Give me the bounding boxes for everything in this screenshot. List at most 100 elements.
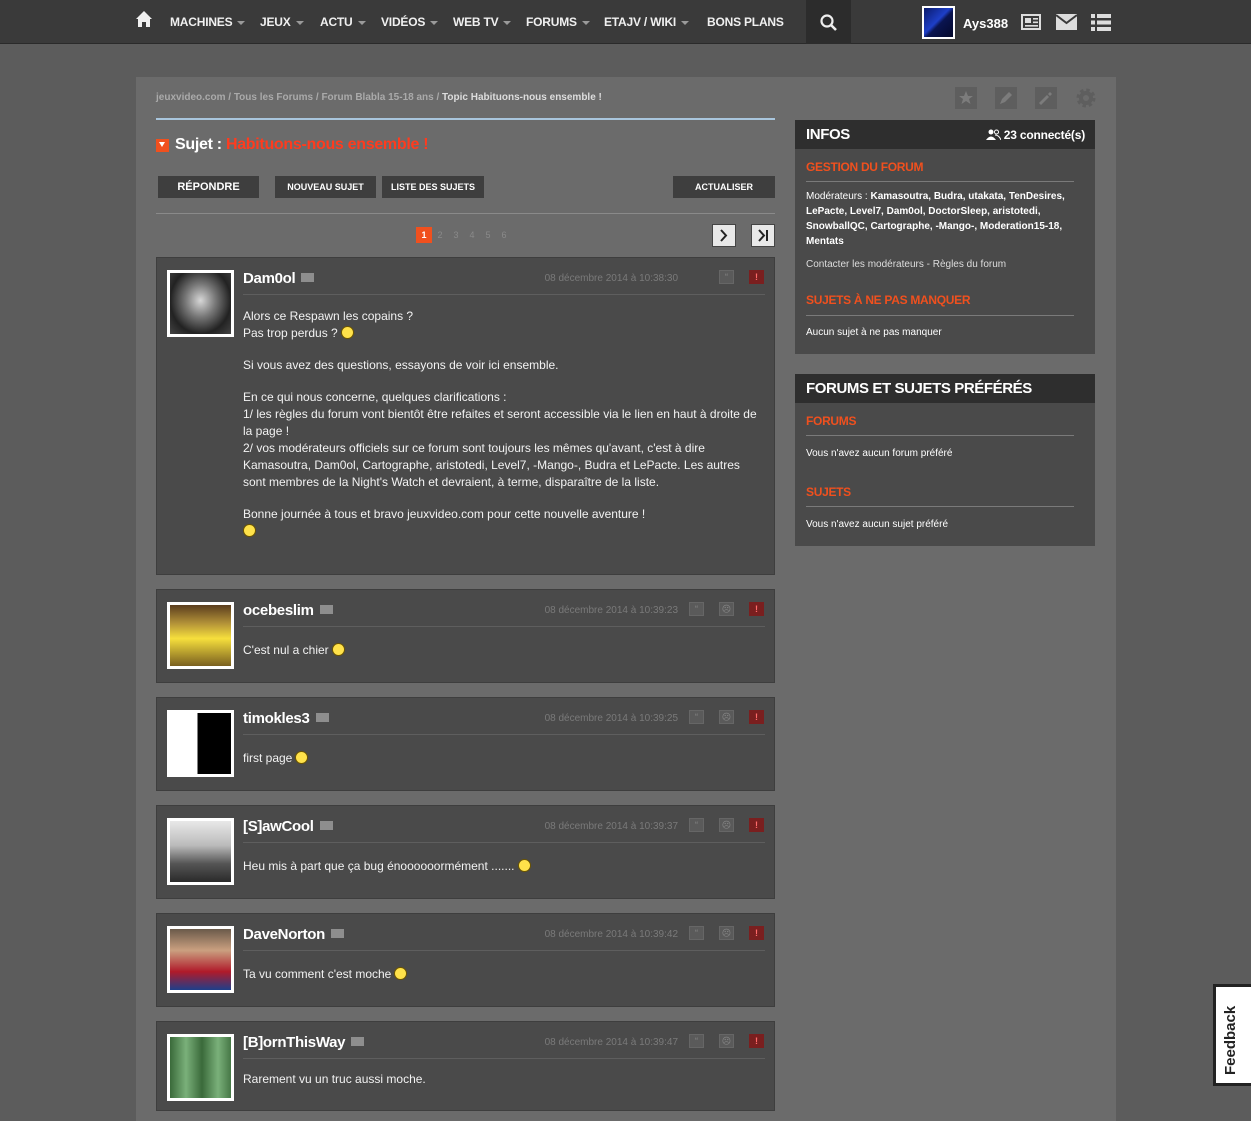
page-link[interactable]: 5 bbox=[480, 227, 496, 243]
chevron-down-icon bbox=[503, 20, 512, 25]
quote-icon[interactable]: “ bbox=[689, 1034, 704, 1048]
post-author[interactable]: DaveNorton bbox=[243, 926, 325, 943]
refresh-button[interactable]: ACTUALISER bbox=[673, 176, 775, 198]
report-icon[interactable]: ! bbox=[749, 1034, 764, 1048]
post-date[interactable]: 08 décembre 2014 à 10:38:30 bbox=[545, 273, 678, 284]
nav-item[interactable]: ETAJV / WIKI bbox=[604, 15, 690, 29]
report-icon[interactable]: ! bbox=[749, 818, 764, 832]
mail-icon[interactable] bbox=[351, 1037, 365, 1046]
post-date[interactable]: 08 décembre 2014 à 10:39:37 bbox=[545, 821, 678, 832]
mail-icon[interactable] bbox=[319, 605, 333, 614]
last-page-button[interactable] bbox=[751, 224, 775, 247]
post-date[interactable]: 08 décembre 2014 à 10:39:23 bbox=[545, 605, 678, 616]
subject-list-button[interactable]: LISTE DES SUJETS bbox=[382, 176, 484, 198]
page-link[interactable]: 4 bbox=[464, 227, 480, 243]
infos-panel: INFOS 23 connecté(s) GESTION DU FORUM Mo… bbox=[795, 120, 1095, 354]
sad-face-icon[interactable]: ☹ bbox=[719, 602, 734, 616]
nav-item[interactable]: VIDÉOS bbox=[381, 15, 439, 29]
edit-icon[interactable] bbox=[995, 87, 1017, 109]
page-link[interactable]: 2 bbox=[432, 227, 448, 243]
top-navbar: MACHINES JEUX ACTU VIDÉOS WEB TV FORUMS ETAJV … bbox=[0, 0, 1251, 44]
reply-button[interactable]: RÉPONDRE bbox=[158, 176, 259, 198]
feedback-tab[interactable]: Feedback bbox=[1213, 984, 1251, 1086]
nav-item[interactable]: JEUX bbox=[260, 15, 304, 29]
mail-icon[interactable] bbox=[315, 713, 329, 722]
smiley-icon bbox=[517, 859, 531, 872]
username[interactable]: Ays388 bbox=[963, 16, 1008, 31]
breadcrumb-link[interactable]: Forum Blabla 15-18 ans bbox=[321, 92, 433, 103]
user-avatar[interactable] bbox=[922, 6, 955, 39]
forum-post: timokles3 08 décembre 2014 à 10:39:25 “ … bbox=[156, 697, 775, 791]
connected-count[interactable]: 23 connecté(s) bbox=[985, 128, 1085, 142]
forum-post: DaveNorton 08 décembre 2014 à 10:39:42 “… bbox=[156, 913, 775, 1007]
avatar[interactable] bbox=[167, 710, 234, 777]
avatar[interactable] bbox=[167, 602, 234, 669]
forum-rules-link[interactable]: Règles du forum bbox=[933, 259, 1006, 270]
star-icon[interactable] bbox=[955, 87, 977, 109]
chevron-down-icon bbox=[237, 20, 246, 25]
moderators-list: Modérateurs : Kamasoutra, Budra, utakata… bbox=[806, 191, 1065, 247]
post-author[interactable]: timokles3 bbox=[243, 710, 310, 727]
page-link[interactable]: 3 bbox=[448, 227, 464, 243]
sad-face-icon[interactable]: ☹ bbox=[719, 1034, 734, 1048]
new-subject-button[interactable]: NOUVEAU SUJET bbox=[275, 176, 376, 198]
chevron-down-icon bbox=[430, 20, 439, 25]
menu-list-icon[interactable] bbox=[1091, 14, 1111, 31]
nav-item[interactable]: WEB TV bbox=[453, 15, 512, 29]
post-body: C'est nul a chier bbox=[243, 642, 763, 659]
post-author[interactable]: [S]awCool bbox=[243, 818, 314, 835]
nav-item[interactable]: BONS PLANS bbox=[707, 15, 784, 29]
nav-item[interactable]: MACHINES bbox=[170, 15, 246, 29]
breadcrumb-link[interactable]: jeuxvideo.com bbox=[156, 92, 225, 103]
post-author[interactable]: Dam0ol bbox=[243, 270, 296, 287]
nav-item[interactable]: FORUMS bbox=[526, 15, 590, 29]
favorite-subjects-heading: SUJETS bbox=[806, 485, 851, 499]
favorite-forums-heading: FORUMS bbox=[806, 414, 857, 428]
home-icon[interactable] bbox=[135, 10, 153, 28]
mail-icon[interactable] bbox=[301, 273, 315, 282]
avatar[interactable] bbox=[167, 270, 234, 337]
topic-divider bbox=[156, 118, 775, 120]
post-body: first page bbox=[243, 750, 763, 767]
page-link[interactable]: 6 bbox=[496, 227, 512, 243]
avatar[interactable] bbox=[167, 1034, 234, 1101]
avatar[interactable] bbox=[167, 818, 234, 885]
post-date[interactable]: 08 décembre 2014 à 10:39:25 bbox=[545, 713, 678, 724]
sad-face-icon[interactable]: ☹ bbox=[719, 710, 734, 724]
quote-icon[interactable]: “ bbox=[719, 270, 734, 284]
quote-icon[interactable]: “ bbox=[689, 602, 704, 616]
sad-face-icon[interactable]: ☹ bbox=[719, 818, 734, 832]
collapse-arrow-icon[interactable] bbox=[156, 139, 169, 152]
report-icon[interactable]: ! bbox=[749, 710, 764, 724]
report-icon[interactable]: ! bbox=[749, 270, 764, 284]
mail-icon[interactable] bbox=[319, 821, 333, 830]
chevron-down-icon bbox=[357, 20, 366, 25]
post-author[interactable]: [B]ornThisWay bbox=[243, 1034, 346, 1051]
pen-icon[interactable] bbox=[1035, 87, 1057, 109]
settings-gear-icon[interactable] bbox=[1075, 87, 1097, 109]
post-date[interactable]: 08 décembre 2014 à 10:39:42 bbox=[545, 929, 678, 940]
breadcrumb-link[interactable]: Tous les Forums bbox=[234, 92, 313, 103]
smiley-icon bbox=[295, 751, 309, 764]
smiley-icon bbox=[340, 326, 354, 339]
nav-item[interactable]: ACTU bbox=[320, 15, 366, 29]
report-icon[interactable]: ! bbox=[749, 926, 764, 940]
post-date[interactable]: 08 décembre 2014 à 10:39:47 bbox=[545, 1037, 678, 1048]
post-author[interactable]: ocebeslim bbox=[243, 602, 314, 619]
next-page-button[interactable] bbox=[712, 224, 736, 247]
report-icon[interactable]: ! bbox=[749, 602, 764, 616]
page-link-current[interactable]: 1 bbox=[416, 227, 432, 243]
sad-face-icon[interactable]: ☹ bbox=[719, 926, 734, 940]
quote-icon[interactable]: “ bbox=[689, 926, 704, 940]
search-button[interactable] bbox=[806, 0, 851, 44]
contact-moderators-link[interactable]: Contacter les modérateurs bbox=[806, 259, 924, 270]
mail-icon[interactable] bbox=[331, 929, 345, 938]
avatar[interactable] bbox=[167, 926, 234, 993]
quote-icon[interactable]: “ bbox=[689, 818, 704, 832]
news-icon[interactable] bbox=[1021, 14, 1041, 30]
quote-icon[interactable]: “ bbox=[689, 710, 704, 724]
search-icon bbox=[820, 14, 837, 31]
infos-title: INFOS bbox=[806, 126, 850, 143]
users-icon bbox=[985, 129, 1002, 141]
mail-icon[interactable] bbox=[1056, 14, 1077, 30]
